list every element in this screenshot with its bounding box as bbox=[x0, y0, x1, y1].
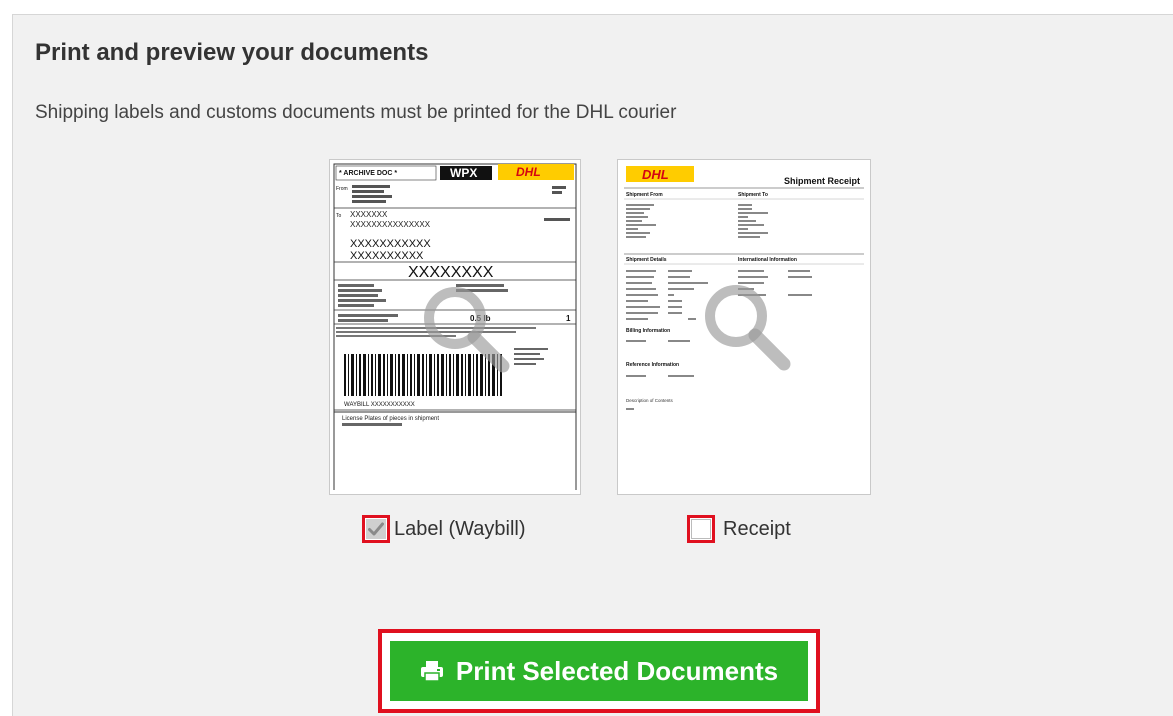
print-selected-documents-button[interactable]: Print Selected Documents bbox=[390, 641, 808, 701]
receipt-intl-info: International Information bbox=[738, 257, 797, 263]
preview-magnifier-icon bbox=[705, 285, 791, 371]
print-button-label: Print Selected Documents bbox=[455, 655, 779, 686]
waybill-pieces: 1 bbox=[566, 314, 571, 323]
waybill-footer-text: License Plates of pieces in shipment bbox=[342, 416, 439, 422]
receipt-reference-info: Reference Information bbox=[626, 362, 679, 368]
waybill-dhl-logo: DHL bbox=[516, 165, 541, 179]
waybill-to-label: To bbox=[336, 213, 342, 219]
receipt-description: Description of Contents bbox=[626, 398, 674, 403]
receipt-text[interactable]: Receipt bbox=[723, 518, 791, 541]
page-subtitle: Shipping labels and customs documents mu… bbox=[35, 102, 677, 123]
receipt-checkbox[interactable] bbox=[687, 515, 715, 543]
print-button-highlight: Print Selected Documents bbox=[378, 629, 820, 713]
receipt-shipment-details: Shipment Details bbox=[626, 257, 667, 263]
receipt-ship-to: Shipment To bbox=[738, 192, 768, 198]
receipt-option: Receipt bbox=[687, 515, 791, 543]
empty-checkbox-box bbox=[691, 519, 711, 539]
label-waybill-option: Label (Waybill) bbox=[362, 515, 526, 543]
waybill-address-2: XXXXXXXXXXX bbox=[350, 238, 431, 250]
receipt-preview[interactable]: DHL Shipment Receipt Shipment From Shipm… bbox=[617, 159, 871, 495]
label-waybill-preview[interactable]: * ARCHIVE DOC * WPX DHL From To XXXXXXX … bbox=[329, 159, 581, 495]
page-title: Print and preview your documents bbox=[35, 39, 429, 66]
waybill-number: WAYBILL XXXXXXXXXXX bbox=[344, 402, 415, 408]
waybill-product-code: WPX bbox=[450, 166, 477, 180]
waybill-from-label: From bbox=[336, 186, 348, 192]
print-documents-panel: Print and preview your documents Shippin… bbox=[12, 14, 1173, 716]
checkmark-icon bbox=[366, 519, 386, 539]
waybill-archive-text: * ARCHIVE DOC * bbox=[339, 170, 397, 177]
label-waybill-text[interactable]: Label (Waybill) bbox=[394, 518, 526, 541]
receipt-billing-info: Billing Information bbox=[626, 328, 670, 334]
receipt-heading: Shipment Receipt bbox=[784, 176, 860, 186]
preview-magnifier-icon bbox=[424, 287, 510, 373]
receipt-dhl-logo: DHL bbox=[642, 167, 669, 182]
label-waybill-checkbox[interactable] bbox=[362, 515, 390, 543]
waybill-name: XXXXXXX bbox=[350, 210, 388, 219]
receipt-ship-from: Shipment From bbox=[626, 192, 663, 198]
printer-icon bbox=[420, 660, 444, 682]
waybill-address-3: XXXXXXXXXX bbox=[350, 250, 424, 262]
waybill-address-1: XXXXXXXXXXXXXXX bbox=[350, 220, 431, 229]
